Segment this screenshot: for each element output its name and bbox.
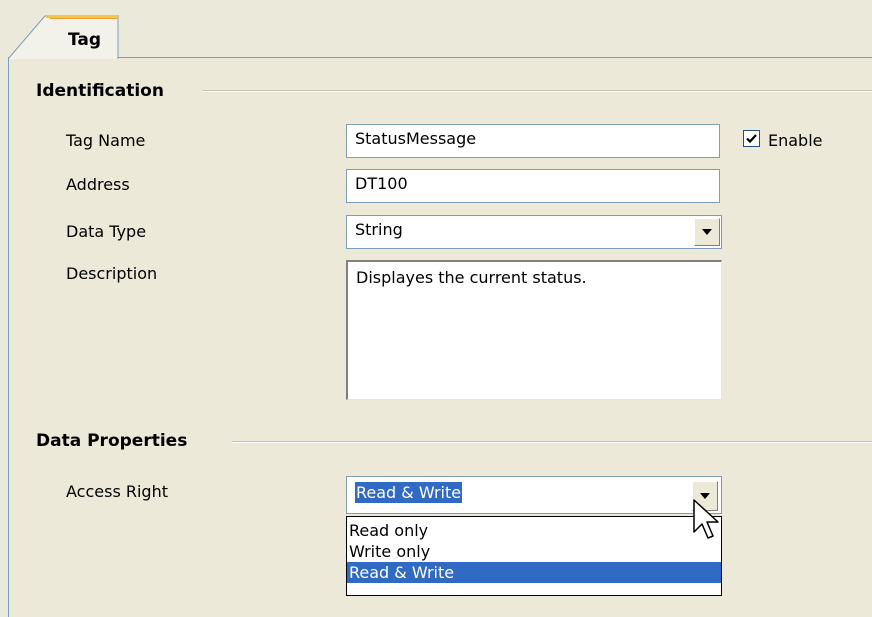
enable-label: Enable [768, 131, 823, 150]
access-right-value: Read & Write [355, 482, 463, 503]
tab-strip [0, 0, 872, 58]
data-type-label: Data Type [66, 222, 147, 241]
data-type-value: String [355, 220, 403, 239]
tab-shape [8, 15, 119, 60]
data-type-select[interactable]: String [346, 215, 722, 249]
data-type-dropdown-button[interactable] [694, 218, 720, 246]
data-properties-divider [232, 441, 872, 443]
option-write-only[interactable]: Write only [347, 541, 721, 562]
tab-label: Tag [68, 30, 102, 50]
access-right-label: Access Right [66, 482, 168, 501]
tab-tag[interactable]: Tag [8, 15, 120, 60]
address-input[interactable]: DT100 [346, 169, 720, 203]
access-right-select[interactable]: Read & Write [346, 476, 722, 514]
address-label: Address [66, 175, 130, 194]
option-read-only[interactable]: Read only [347, 520, 721, 541]
data-properties-group-title: Data Properties [36, 431, 188, 451]
description-label: Description [66, 264, 158, 283]
access-right-options-list[interactable]: Read only Write only Read & Write [346, 516, 722, 596]
tag-name-input[interactable]: StatusMessage [346, 124, 720, 158]
chevron-down-icon [702, 229, 712, 235]
tag-name-label: Tag Name [66, 131, 146, 150]
identification-group-title: Identification [36, 81, 164, 101]
checkmark-icon [746, 134, 757, 144]
arrow-pointer-icon [693, 499, 719, 539]
option-read-write[interactable]: Read & Write [347, 562, 721, 583]
identification-divider [202, 90, 872, 92]
description-textarea[interactable]: Displayes the current status. [346, 260, 722, 400]
enable-checkbox[interactable] [743, 130, 760, 147]
